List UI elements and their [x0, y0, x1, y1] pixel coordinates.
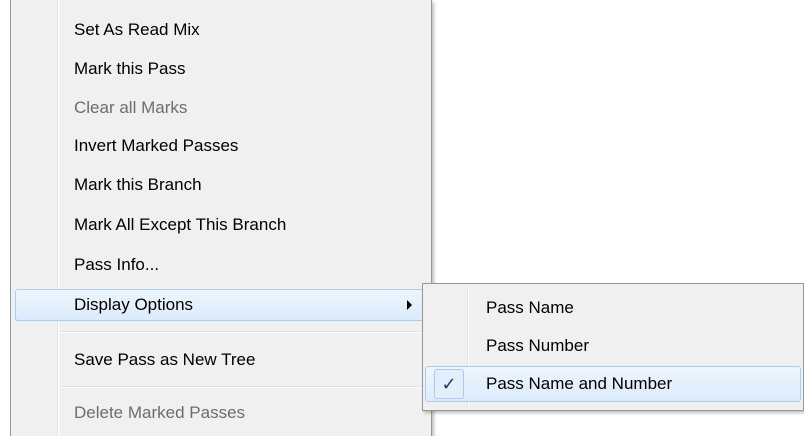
- checkmark-icon: ✓: [434, 369, 464, 399]
- menu-item-clear-all-marks[interactable]: Clear all Marks: [15, 92, 427, 124]
- menu-item-label: Save Pass as New Tree: [74, 350, 256, 369]
- menu-item-mark-this-branch[interactable]: Mark this Branch: [15, 169, 427, 201]
- menu-item-mark-all-except-this-branch[interactable]: Mark All Except This Branch: [15, 209, 427, 241]
- menu-separator: [61, 331, 425, 333]
- menu-item-set-as-read-mix[interactable]: Set As Read Mix: [15, 14, 427, 46]
- menu-item-mark-this-pass[interactable]: Mark this Pass: [15, 53, 427, 85]
- menu-item-label: Invert Marked Passes: [74, 136, 239, 155]
- menu-item-invert-marked-passes[interactable]: Invert Marked Passes: [15, 130, 427, 162]
- submenu-item-label: Pass Name and Number: [486, 374, 673, 393]
- menu-item-label: Clear all Marks: [74, 98, 188, 117]
- submenu-item-pass-number[interactable]: Pass Number: [425, 328, 801, 364]
- menu-item-label: Mark this Pass: [74, 59, 186, 78]
- display-options-submenu: Pass Name Pass Number ✓ Pass Name and Nu…: [422, 283, 804, 411]
- menu-item-label: Pass Info...: [74, 255, 160, 274]
- menu-item-delete-marked-passes[interactable]: Delete Marked Passes: [15, 397, 427, 429]
- context-menu: Set As Read Mix Mark this Pass Clear all…: [10, 0, 432, 436]
- submenu-item-pass-name[interactable]: Pass Name: [425, 290, 801, 326]
- menu-item-label: Set As Read Mix: [74, 20, 200, 39]
- menu-separator: [61, 386, 425, 388]
- menu-item-label: Display Options: [74, 295, 194, 314]
- menu-item-display-options[interactable]: Display Options: [15, 289, 427, 321]
- menu-item-pass-info[interactable]: Pass Info...: [15, 249, 427, 281]
- submenu-item-label: Pass Name: [486, 298, 574, 317]
- menu-item-label: Delete Marked Passes: [74, 403, 246, 422]
- menu-item-save-pass-as-new-tree[interactable]: Save Pass as New Tree: [15, 344, 427, 376]
- submenu-arrow-icon: [407, 300, 412, 310]
- menu-item-label: Mark All Except This Branch: [74, 215, 287, 234]
- screen: Set As Read Mix Mark this Pass Clear all…: [0, 0, 804, 436]
- menu-item-label: Mark this Branch: [74, 175, 202, 194]
- submenu-item-pass-name-and-number[interactable]: ✓ Pass Name and Number: [425, 366, 801, 402]
- submenu-item-label: Pass Number: [486, 336, 589, 355]
